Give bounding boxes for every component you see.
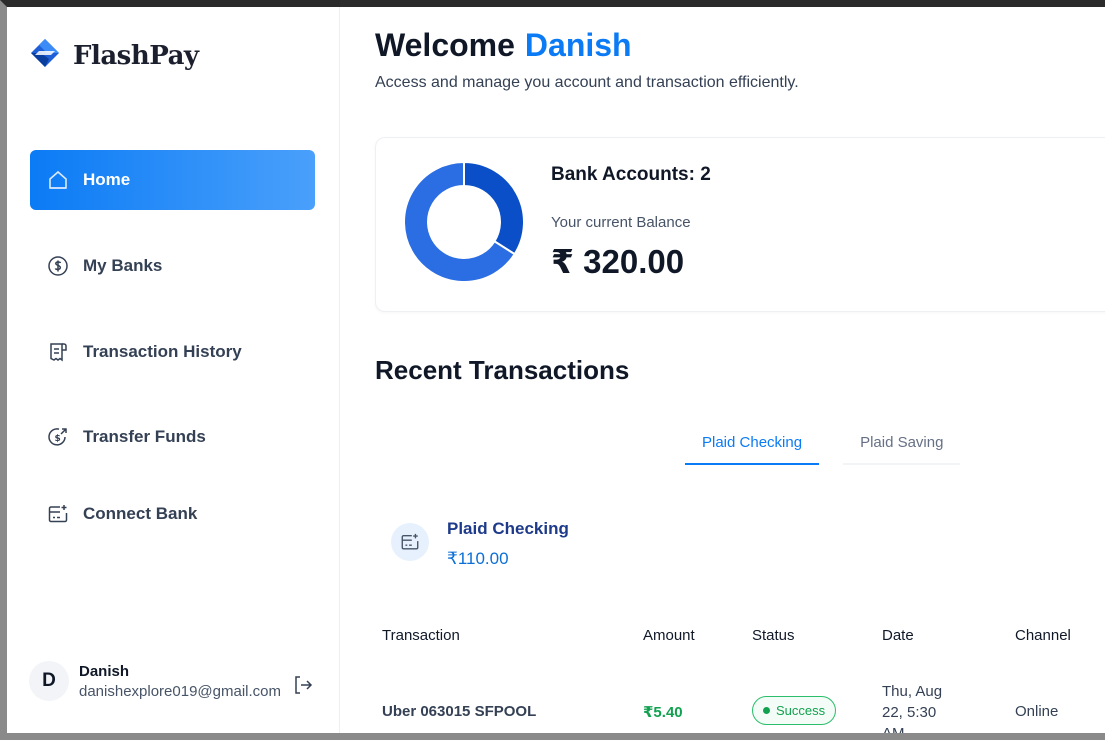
transactions-table-header: Transaction Amount Status Date Channel	[375, 619, 1105, 651]
tab-plaid-checking[interactable]: Plaid Checking	[685, 422, 820, 465]
user-name: Danish	[79, 662, 130, 680]
current-balance-value: ₹ 320.00	[551, 243, 685, 280]
main-content: Welcome Danish Access and manage you acco…	[375, 7, 1105, 733]
page-subtitle: Access and manage you account and transa…	[375, 74, 799, 91]
balance-donut-chart	[403, 160, 525, 283]
sidebar-item-label: My Banks	[83, 256, 163, 275]
column-header-amount[interactable]: Amount	[643, 627, 695, 644]
card-add-icon	[47, 503, 69, 525]
account-balance: ₹110.00	[447, 549, 509, 568]
column-header-channel[interactable]: Channel	[1015, 627, 1071, 644]
welcome-user-name: Danish	[524, 27, 632, 63]
column-header-date[interactable]: Date	[882, 627, 914, 644]
balance-card: Bank Accounts: 2 Your current Balance ₹ …	[375, 137, 1105, 312]
money-send-icon: $	[47, 426, 69, 448]
date-line: 22, 5:30	[882, 704, 937, 721]
selected-account-info: Plaid Checking ₹110.00	[391, 519, 569, 569]
app-window: FlashPay Home My Banks Transaction Histo…	[0, 0, 1105, 740]
transaction-name: Uber 063015 SFPOOL	[382, 703, 537, 720]
page-title: Welcome Danish	[375, 27, 632, 64]
user-email: danishexplore019@gmail.com	[79, 682, 282, 700]
recent-transactions-title: Recent Transactions	[375, 355, 630, 385]
dollar-circle-icon	[47, 255, 69, 277]
account-name: Plaid Checking	[447, 519, 569, 538]
column-header-status[interactable]: Status	[752, 627, 795, 644]
welcome-text: Welcome	[375, 27, 515, 63]
sidebar-item-home[interactable]: Home	[30, 150, 315, 210]
account-tabs: Plaid Checking Plaid Saving	[685, 422, 961, 465]
transaction-amount: ₹5.40	[643, 704, 683, 721]
sidebar-item-label: Home	[83, 170, 131, 189]
table-row[interactable]: Uber 063015 SFPOOL ₹5.40 Success Thu, Au…	[375, 667, 1105, 740]
flashpay-logo-icon	[29, 37, 65, 74]
sidebar-item-transaction-history[interactable]: Transaction History	[30, 322, 315, 382]
sidebar-item-transfer-funds[interactable]: $ Transfer Funds	[30, 407, 315, 467]
user-profile[interactable]: D Danish danishexplore019@gmail.com	[29, 661, 281, 701]
date-line: AM	[882, 725, 905, 740]
sidebar-item-my-banks[interactable]: My Banks	[30, 236, 315, 296]
status-dot-icon	[763, 707, 770, 714]
transaction-date: Thu, Aug 22, 5:30 AM	[882, 681, 943, 740]
date-line: Thu, Aug	[882, 683, 943, 700]
card-add-icon	[391, 523, 429, 561]
sidebar-item-label: Connect Bank	[83, 504, 198, 523]
status-badge: Success	[752, 696, 837, 725]
logo-text: FlashPay	[73, 40, 199, 71]
avatar: D	[29, 661, 69, 701]
current-balance-label: Your current Balance	[551, 214, 691, 231]
logout-icon[interactable]	[291, 673, 315, 697]
logo[interactable]: FlashPay	[29, 37, 199, 74]
receipt-icon	[47, 341, 69, 363]
tab-plaid-saving[interactable]: Plaid Saving	[843, 422, 961, 465]
transaction-channel: Online	[1015, 703, 1059, 720]
status-label: Success	[776, 703, 826, 718]
home-icon	[47, 169, 69, 191]
sidebar-item-connect-bank[interactable]: Connect Bank	[30, 484, 315, 544]
svg-text:$: $	[55, 434, 61, 444]
sidebar-item-label: Transaction History	[83, 342, 242, 361]
sidebar-item-label: Transfer Funds	[83, 427, 206, 446]
bank-accounts-count: Bank Accounts: 2	[551, 164, 711, 185]
sidebar: FlashPay Home My Banks Transaction Histo…	[7, 7, 340, 733]
column-header-transaction[interactable]: Transaction	[382, 627, 460, 644]
